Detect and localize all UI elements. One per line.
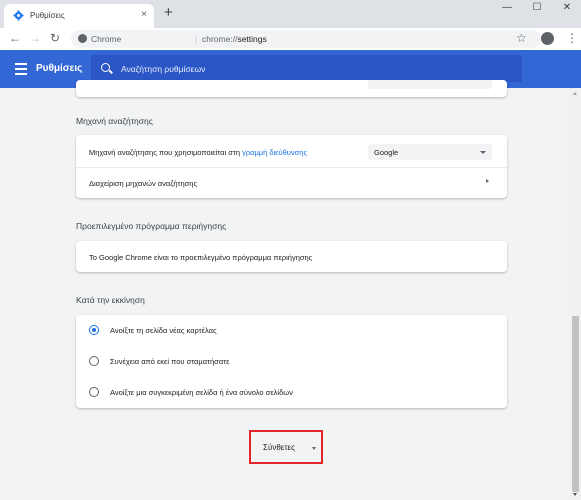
search-icon [101, 63, 110, 72]
reload-button[interactable]: ↻ [50, 31, 60, 45]
search-engine-label: Μηχανή αναζήτησης που χρησιμοποιείται στ… [89, 148, 240, 157]
forward-button[interactable]: → [29, 31, 41, 45]
search-engine-value: Google [374, 148, 399, 157]
default-browser-text: Το Google Chrome είναι το προεπιλεγμένο … [89, 253, 313, 262]
default-browser-card: Το Google Chrome είναι το προεπιλεγμένο … [76, 241, 507, 272]
chrome-icon [78, 34, 87, 43]
address-bar-link[interactable]: γραμμή διεύθυνσης [242, 148, 307, 157]
profile-avatar[interactable] [541, 32, 554, 45]
startup-option[interactable]: Συνέχεια από εκεί που σταματήσατε [76, 346, 507, 377]
new-tab-button[interactable]: + [164, 5, 173, 20]
tab-strip: Ρυθμίσεις × + — ☐ ✕ [0, 0, 581, 28]
advanced-label: Σύνθετες [263, 443, 295, 452]
default-browser-title: Προεπιλεγμένο πρόγραμμα περιήγησης [76, 221, 227, 231]
radio-checked[interactable] [89, 325, 99, 335]
scrollbar[interactable] [570, 88, 581, 500]
search-input[interactable] [119, 61, 503, 77]
previous-card [76, 80, 507, 97]
address-bar[interactable]: Chrome | chrome://settings [71, 30, 541, 48]
scroll-up-arrow-icon[interactable] [573, 92, 577, 95]
startup-title: Κατά την εκκίνηση [76, 295, 145, 305]
startup-option[interactable]: Ανοίξτε τη σελίδα νέας καρτέλας [76, 315, 507, 346]
url-text: chrome://settings [202, 34, 267, 44]
close-window-button[interactable]: ✕ [552, 2, 581, 13]
manage-search-engines-label: Διαχείριση μηχανών αναζήτησης [89, 179, 198, 188]
chevron-down-icon [312, 447, 316, 450]
settings-content: Μηχανή αναζήτησης Μηχανή αναζήτησης που … [0, 80, 570, 500]
settings-search[interactable] [91, 55, 522, 82]
url-path: settings [237, 34, 267, 44]
back-button[interactable]: ← [9, 31, 21, 45]
url-scheme: chrome:// [202, 34, 238, 44]
previous-dropdown[interactable] [368, 80, 492, 89]
search-engine-title: Μηχανή αναζήτησης [76, 116, 153, 126]
site-label: Chrome [91, 34, 122, 44]
scrollbar-thumb[interactable] [572, 316, 579, 492]
page-title: Ρυθμίσεις [36, 63, 83, 74]
search-engine-card: Μηχανή αναζήτησης που χρησιμοποιείται στ… [76, 135, 507, 198]
startup-card: Ανοίξτε τη σελίδα νέας καρτέλας Συνέχεια… [76, 315, 507, 408]
maximize-button[interactable]: ☐ [522, 2, 552, 13]
minimize-button[interactable]: — [492, 2, 522, 13]
url-separator: | [195, 34, 198, 44]
startup-option-label: Ανοίξτε μια συγκεκριμένη σελίδα ή ένα σύ… [110, 388, 293, 397]
scroll-down-arrow-icon[interactable] [573, 493, 577, 496]
chrome-menu-icon[interactable]: ⋮ [566, 31, 578, 45]
search-engine-row: Μηχανή αναζήτησης που χρησιμοποιείται στ… [89, 148, 307, 157]
radio-unchecked[interactable] [89, 387, 99, 397]
advanced-button[interactable]: Σύνθετες [249, 430, 323, 464]
tab-close-icon[interactable]: × [141, 9, 147, 20]
startup-option-label: Ανοίξτε τη σελίδα νέας καρτέλας [110, 326, 217, 335]
bookmark-star-icon[interactable]: ☆ [516, 31, 527, 45]
radio-unchecked[interactable] [89, 356, 99, 366]
manage-search-engines-row[interactable]: Διαχείριση μηχανών αναζήτησης [76, 168, 507, 198]
startup-option[interactable]: Ανοίξτε μια συγκεκριμένη σελίδα ή ένα σύ… [76, 377, 507, 408]
dropdown-arrow-icon [480, 151, 486, 154]
tab-settings[interactable]: Ρυθμίσεις × [4, 4, 154, 28]
browser-toolbar: ← → ↻ Chrome | chrome://settings ☆ ⋮ [0, 28, 581, 50]
gear-icon [13, 10, 24, 21]
menu-icon[interactable] [15, 63, 27, 78]
tab-title: Ρυθμίσεις [30, 11, 65, 20]
search-engine-select[interactable]: Google [368, 144, 492, 160]
chevron-right-icon [486, 179, 489, 183]
startup-option-label: Συνέχεια από εκεί που σταματήσατε [110, 357, 230, 366]
